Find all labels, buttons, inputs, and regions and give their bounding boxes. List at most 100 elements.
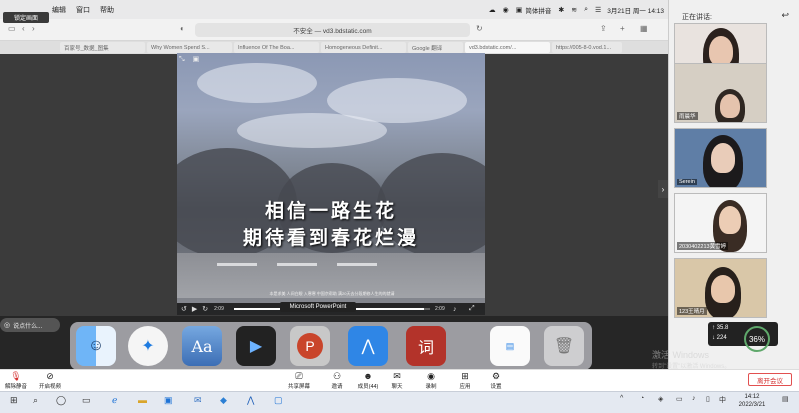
powerpoint-icon[interactable]: P (290, 326, 330, 366)
notification-icon[interactable]: ▤ (782, 395, 789, 403)
dict-app-icon[interactable]: 词 (406, 326, 446, 366)
edge-icon[interactable]: ℯ (112, 395, 117, 406)
ime-icon[interactable]: ▣ (516, 6, 523, 14)
bluetooth-icon[interactable]: ✱ (558, 6, 564, 14)
participant-tile[interactable]: 123王晴月 (674, 258, 767, 318)
preview-icon[interactable]: ▤ (490, 326, 530, 366)
lock-screen-button[interactable]: 锁定画面 (3, 12, 49, 23)
play-icon[interactable]: ▶ (192, 305, 197, 313)
start-video-button[interactable]: ⊘ 开启视频 (34, 371, 66, 391)
record-icon[interactable]: ◉ (503, 6, 509, 14)
pip-icon[interactable]: ▣ (193, 56, 200, 63)
collapse-panel-icon[interactable]: ↩ (781, 10, 789, 21)
task-switch-icon[interactable]: ▭ (82, 395, 91, 406)
mac-dock: ☺ ✦ Aa ▶ P ⋀ 词 ▤ 🗑 (70, 322, 592, 370)
participant-name: 雨晨华 (677, 112, 698, 120)
ime-indicator[interactable]: 中 (719, 395, 726, 405)
search-icon[interactable]: ⌕ (584, 6, 588, 14)
forward-skip-icon[interactable]: ↻ (202, 305, 208, 313)
menu-edit[interactable]: 编辑 (52, 5, 66, 15)
apps-button[interactable]: ⊞ 应用 (449, 371, 481, 391)
menubar-clock[interactable]: 3月21日 周一 14:13 (607, 5, 664, 15)
expand-icon[interactable]: ⤡ (179, 56, 185, 63)
participant-face (720, 94, 740, 118)
record-circle-icon: ◉ (427, 371, 435, 381)
trash-icon[interactable]: 🗑 (544, 326, 584, 366)
store-icon[interactable]: ▣ (164, 395, 173, 406)
fullscreen-icon[interactable]: ⤢ (469, 305, 475, 313)
tray-app-icon[interactable]: ◔ (640, 395, 644, 402)
mail-icon[interactable]: ✉ (194, 395, 202, 406)
tab-item[interactable]: vd3.bdstatic.com/... (465, 42, 550, 53)
panel-toggle-button[interactable]: › (658, 180, 668, 198)
chat-prompt-bubble[interactable]: ◎ 说点什么... (0, 318, 60, 332)
mac-menubar: 编辑 窗口 帮助 ☁ ◉ ▣ 简体拼音 ✱ ≋ ⌕ ☰ 3月21日 周一 14:… (0, 0, 668, 19)
url-bar[interactable]: 不安全 — vd3.bdstatic.com (195, 23, 470, 37)
cloud-shape (237, 113, 387, 148)
menubar-status-area: ☁ ◉ ▣ 简体拼音 ✱ ≋ ⌕ ☰ 3月21日 周一 14:13 (482, 0, 664, 19)
folder-icon[interactable]: ▬ (138, 395, 147, 405)
finder-icon[interactable]: ☺ (76, 326, 116, 366)
chat-button[interactable]: ✉ 聊天 (381, 371, 413, 391)
menu-window[interactable]: 窗口 (76, 5, 90, 15)
tab-item[interactable]: 百家号_数据_图集 (60, 42, 145, 53)
tab-item[interactable]: Homogeneous Definit... (321, 42, 406, 53)
lark-taskbar-icon[interactable]: ⋀ (247, 395, 254, 406)
leave-meeting-button[interactable]: 离开会议 (748, 373, 792, 386)
sidebar-icon[interactable]: ▭ (8, 24, 16, 33)
new-tab-icon[interactable]: + (620, 24, 625, 33)
tab-item[interactable]: Why Women Spend S... (147, 42, 232, 53)
tab-overview-icon[interactable]: ▦ (640, 24, 648, 33)
app-icon[interactable]: ◆ (220, 395, 227, 406)
safari-icon[interactable]: ✦ (128, 326, 168, 366)
shield-icon[interactable]: ◐ (180, 24, 185, 33)
network-icon[interactable]: ▭ (676, 395, 683, 403)
lark-icon[interactable]: ⋀ (348, 326, 388, 366)
participant-tile[interactable]: 2030402213黄雪婷 (674, 193, 767, 253)
menu-help[interactable]: 帮助 (100, 5, 114, 15)
rewind-icon[interactable]: ↺ (181, 305, 187, 313)
dict-app-label: 词 (417, 338, 434, 357)
participant-tile[interactable]: Serein (674, 128, 767, 188)
control-center-icon[interactable]: ☰ (595, 6, 601, 14)
crosswalk-stripe (337, 263, 377, 266)
back-icon[interactable]: ‹ (22, 24, 25, 33)
search-icon[interactable]: ⌕ (33, 395, 38, 406)
dictionary-icon[interactable]: Aa (182, 326, 222, 366)
members-button[interactable]: ☻ 成员(44) (352, 371, 384, 391)
tab-item[interactable]: https://005-8-0.vod.1... (552, 42, 622, 53)
windows-start-icon[interactable]: ⊞ (10, 395, 18, 406)
task-view-icon[interactable]: ◯ (56, 395, 66, 406)
taskbar-time: 14:12 (744, 394, 760, 400)
volume-icon[interactable]: ♪ (453, 306, 457, 313)
video-caption-line1: 相信一路生花 (264, 200, 397, 222)
cloud-icon[interactable]: ☁ (489, 6, 496, 14)
video-corner-controls: ⤡ ▣ (179, 55, 209, 65)
crosswalk-stripe (277, 263, 317, 266)
chat-bubble-icon: ✉ (393, 371, 401, 381)
ime-label[interactable]: 简体拼音 (525, 5, 551, 15)
meeting-taskbar-icon[interactable]: ▢ (274, 395, 283, 406)
chat-prompt-text: 说点什么... (13, 323, 43, 330)
tab-item[interactable]: Influence Of The Boa... (234, 42, 319, 53)
unmute-button[interactable]: 🎙 解除静音 (0, 371, 32, 391)
invite-button[interactable]: ⚇ 邀请 (321, 371, 353, 391)
video-frame[interactable]: 相信一路生花 期待看到春花烂漫 本是求美 人间白眼 入寒寒 中国京帮助 满20天… (177, 53, 485, 315)
taskbar-clock[interactable]: 14:12 2022/3/21 (732, 393, 772, 409)
wifi-icon[interactable]: ≋ (571, 6, 577, 14)
tab-item[interactable]: Google 翻译 (408, 42, 463, 53)
forward-icon[interactable]: › (32, 24, 35, 33)
infuse-icon[interactable]: ▶ (236, 326, 276, 366)
participant-tile[interactable]: 雨晨华 (674, 63, 767, 123)
settings-button[interactable]: ⚙ 设置 (480, 371, 512, 391)
taskbar-date: 2022/3/21 (738, 402, 766, 408)
tray-chevron-icon[interactable]: ^ (620, 395, 623, 402)
tray-shield-icon[interactable]: ◈ (658, 395, 663, 403)
battery-icon[interactable]: ▯ (706, 395, 710, 403)
share-screen-button[interactable]: ⎚ 共享屏幕 (283, 371, 315, 391)
share-icon[interactable]: ⇪ (600, 24, 607, 33)
participant-face (711, 275, 735, 303)
record-button[interactable]: ◉ 录制 (415, 371, 447, 391)
volume-icon[interactable]: ♪ (692, 395, 696, 402)
reload-icon[interactable]: ↻ (476, 24, 483, 33)
